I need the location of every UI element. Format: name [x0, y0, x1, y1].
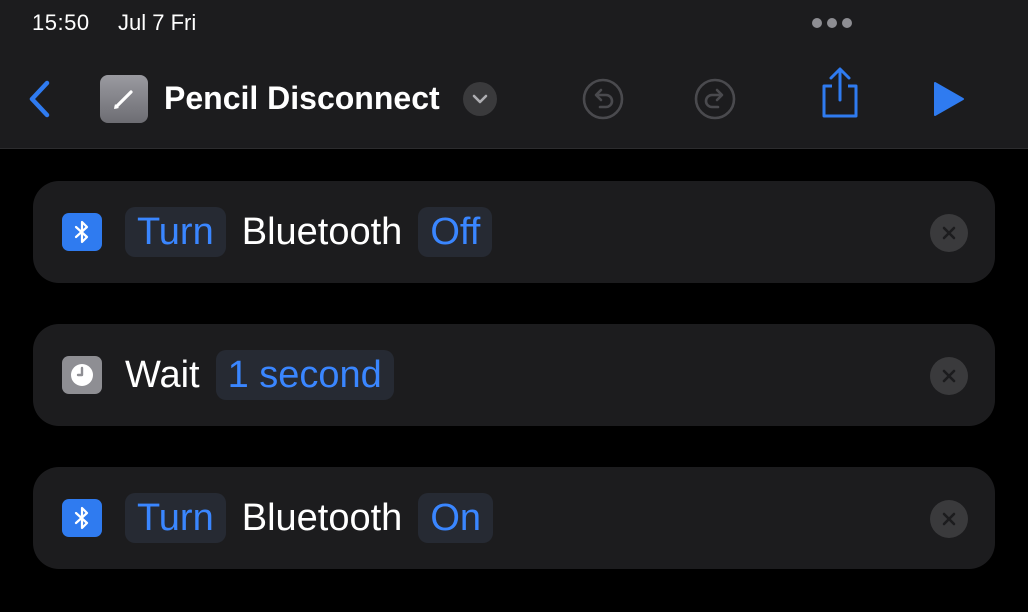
chevron-down-icon — [472, 94, 488, 104]
duration-parameter[interactable]: 1 second — [215, 350, 394, 400]
action-sentence: Turn Bluetooth On — [125, 493, 494, 543]
undo-icon — [582, 78, 624, 120]
redo-button[interactable] — [692, 76, 738, 122]
verb-parameter[interactable]: Turn — [125, 207, 226, 257]
run-button[interactable] — [924, 76, 970, 122]
title-menu-button[interactable] — [463, 82, 497, 116]
clock-icon — [62, 356, 102, 394]
remove-action-button[interactable] — [930, 214, 968, 252]
close-icon — [942, 226, 956, 240]
state-parameter[interactable]: Off — [418, 207, 493, 257]
shortcut-app-icon[interactable] — [100, 75, 148, 123]
action-sentence: Turn Bluetooth Off — [125, 207, 493, 257]
play-icon — [934, 82, 964, 116]
status-date: Jul 7 Fri — [118, 10, 197, 35]
status-time: 15:50 — [32, 10, 90, 35]
redo-icon — [694, 78, 736, 120]
multitasking-menu-icon[interactable] — [812, 18, 852, 28]
pencil-icon — [114, 90, 133, 109]
action-turn-bluetooth-on[interactable]: Turn Bluetooth On — [33, 467, 995, 569]
remove-action-button[interactable] — [930, 357, 968, 395]
action-wait[interactable]: Wait 1 second — [33, 324, 995, 426]
action-sentence: Wait 1 second — [125, 350, 394, 400]
shortcut-title[interactable]: Pencil Disconnect — [164, 78, 440, 118]
verb-parameter[interactable]: Turn — [125, 493, 226, 543]
close-icon — [942, 369, 956, 383]
remove-action-button[interactable] — [930, 500, 968, 538]
bluetooth-icon — [62, 499, 102, 537]
navigation-header: 15:50 Jul 7 Fri Pencil Disconnect — [0, 0, 1028, 149]
chevron-left-icon — [29, 80, 50, 118]
share-icon — [822, 67, 858, 118]
close-icon — [942, 512, 956, 526]
back-button[interactable] — [22, 78, 56, 120]
state-parameter[interactable]: On — [418, 493, 494, 543]
bluetooth-icon — [62, 213, 102, 251]
action-noun: Bluetooth — [241, 497, 403, 539]
undo-button[interactable] — [580, 76, 626, 122]
action-noun: Bluetooth — [241, 211, 403, 253]
share-button[interactable] — [817, 67, 863, 118]
action-turn-bluetooth-off[interactable]: Turn Bluetooth Off — [33, 181, 995, 283]
action-verb: Wait — [125, 354, 200, 396]
